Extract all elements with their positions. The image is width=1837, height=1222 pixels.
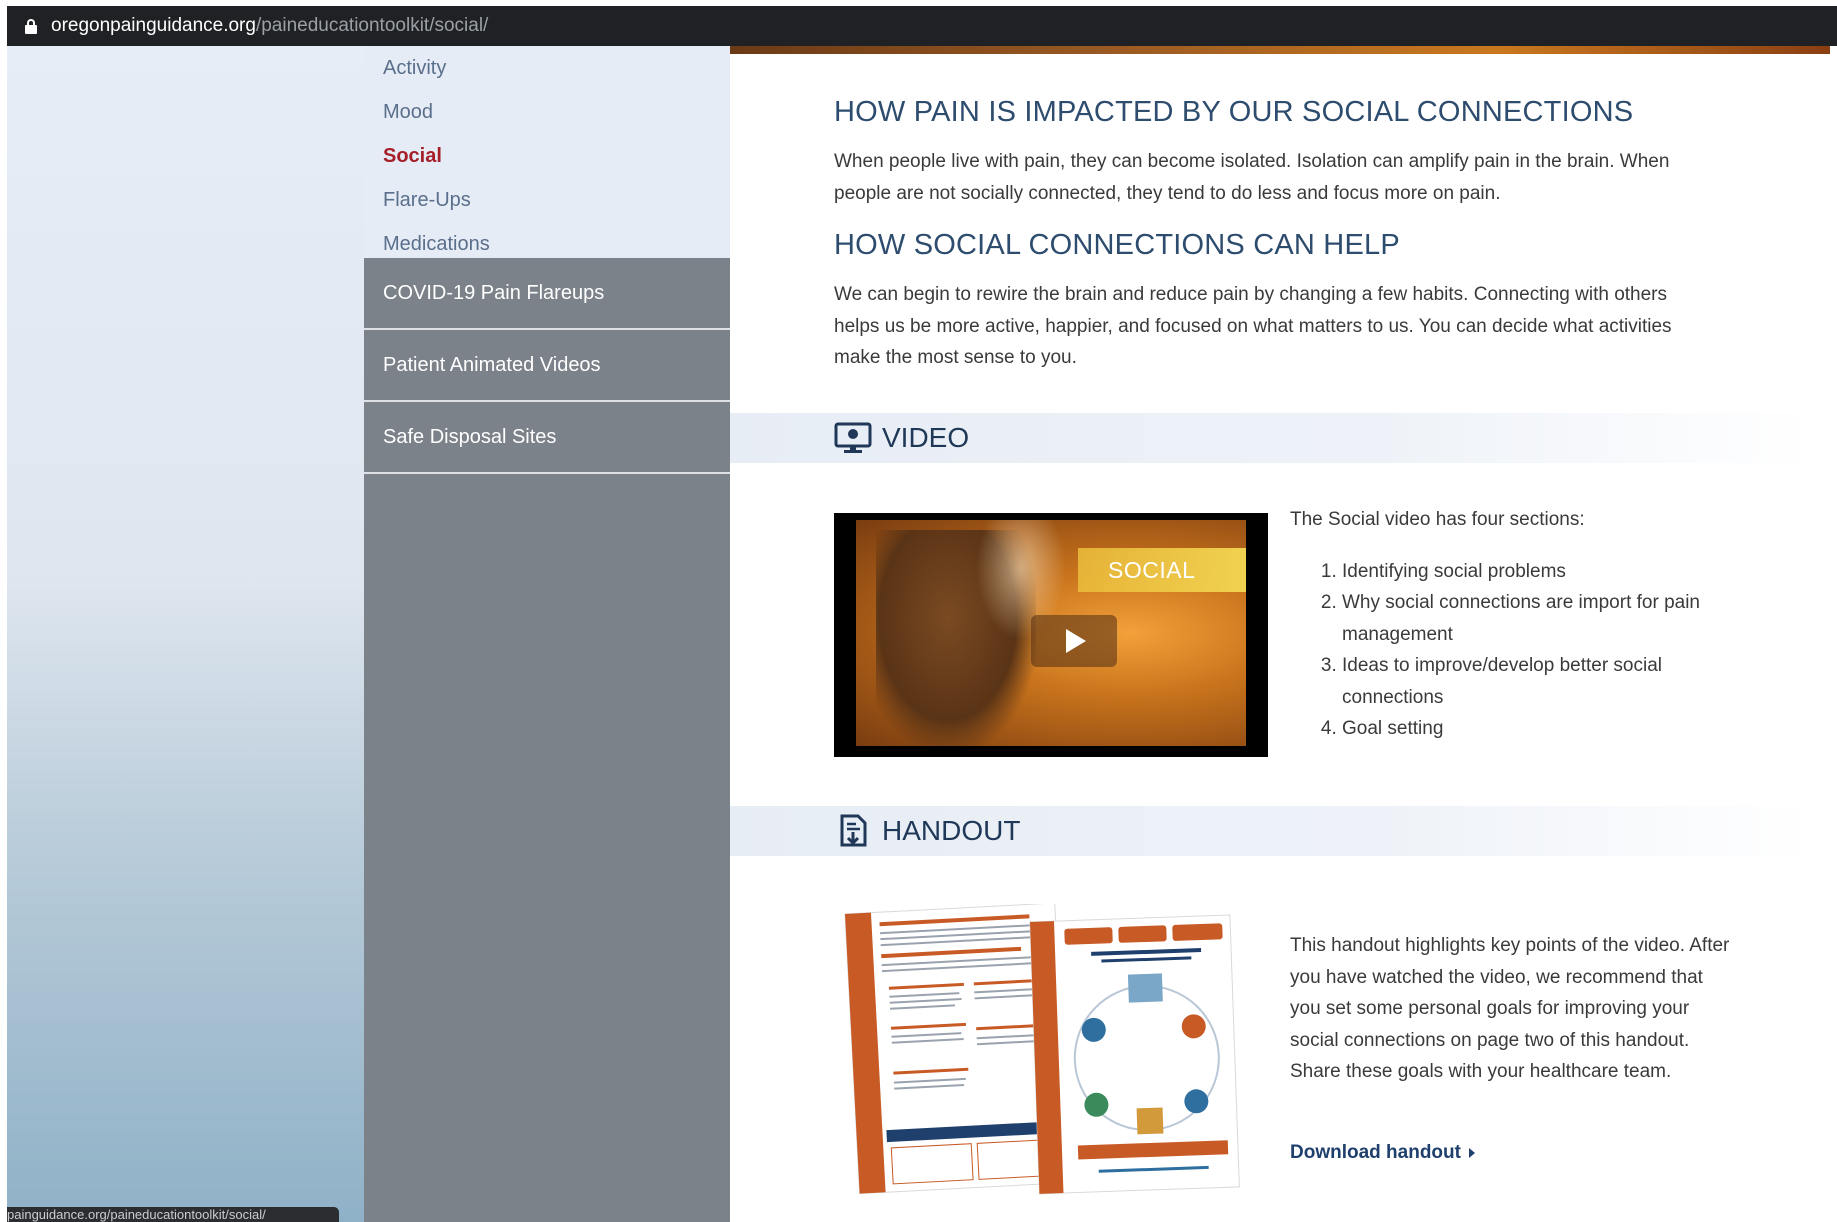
url-path: /paineducationtoolkit/social/ [255, 15, 489, 36]
list-item: Identifying social problems [1342, 556, 1750, 588]
sidebar-item-covid-flareups[interactable]: COVID-19 Pain Flareups [364, 258, 730, 330]
video-section-title: VIDEO [882, 422, 970, 453]
handout-description: This handout highlights key points of th… [1290, 935, 1730, 1082]
sidebar: Activity Mood Social Flare-Ups Medicatio… [364, 46, 730, 1222]
sidebar-item-activity[interactable]: Activity [364, 46, 730, 90]
list-item: Goal setting [1342, 713, 1750, 745]
document-download-icon [834, 814, 872, 848]
help-heading: HOW SOCIAL CONNECTIONS CAN HELP [834, 229, 1400, 261]
monitor-icon [834, 421, 872, 455]
status-bar-url: painguidance.org/paineducationtoolkit/so… [7, 1207, 339, 1222]
help-text: We can begin to rewire the brain and red… [834, 284, 1672, 368]
download-handout-link[interactable]: Download handout [1290, 1142, 1475, 1164]
video-description: The Social video has four sections: Iden… [1290, 504, 1750, 745]
play-icon [1066, 629, 1086, 653]
sidebar-item-flare-ups[interactable]: Flare-Ups [364, 178, 730, 222]
sidebar-item-social[interactable]: Social [364, 134, 730, 178]
impact-text: When people live with pain, they can bec… [834, 151, 1670, 204]
sidebar-item-animated-videos[interactable]: Patient Animated Videos [364, 330, 730, 402]
page-left-backdrop [7, 46, 364, 1222]
list-item: Why social connections are import for pa… [1342, 587, 1750, 650]
impact-heading: HOW PAIN IS IMPACTED BY OUR SOCIAL CONNE… [834, 96, 1634, 128]
download-handout-label: Download handout [1290, 1142, 1461, 1163]
play-button[interactable] [1031, 615, 1117, 667]
video-sections-list: Identifying social problems Why social c… [1290, 556, 1750, 745]
sidebar-item-safe-disposal[interactable]: Safe Disposal Sites [364, 402, 730, 474]
sidebar-item-mood[interactable]: Mood [364, 90, 730, 134]
main-content: HOW PAIN IS IMPACTED BY OUR SOCIAL CONNE… [730, 46, 1837, 1222]
caret-right-icon [1468, 1147, 1475, 1158]
video-section-bar: VIDEO [730, 413, 1810, 463]
header-image-strip [730, 46, 1830, 54]
video-frame: SOCIAL [856, 520, 1246, 746]
handout-preview-image[interactable] [840, 902, 1240, 1204]
list-item: Ideas to improve/develop better social c… [1342, 650, 1750, 713]
video-thumbnail[interactable]: SOCIAL [834, 513, 1268, 757]
video-title-tag: SOCIAL [1078, 548, 1246, 592]
handout-section-bar: HANDOUT [730, 806, 1810, 856]
video-intro: The Social video has four sections: [1290, 509, 1585, 530]
lock-icon [25, 18, 37, 34]
address-bar[interactable]: oregonpainguidance.org/paineducationtool… [7, 6, 1837, 46]
sidebar-subnav: Activity Mood Social Flare-Ups Medicatio… [364, 46, 730, 258]
url-host: oregonpainguidance.org [51, 15, 256, 36]
handout-section-title: HANDOUT [882, 815, 1021, 846]
